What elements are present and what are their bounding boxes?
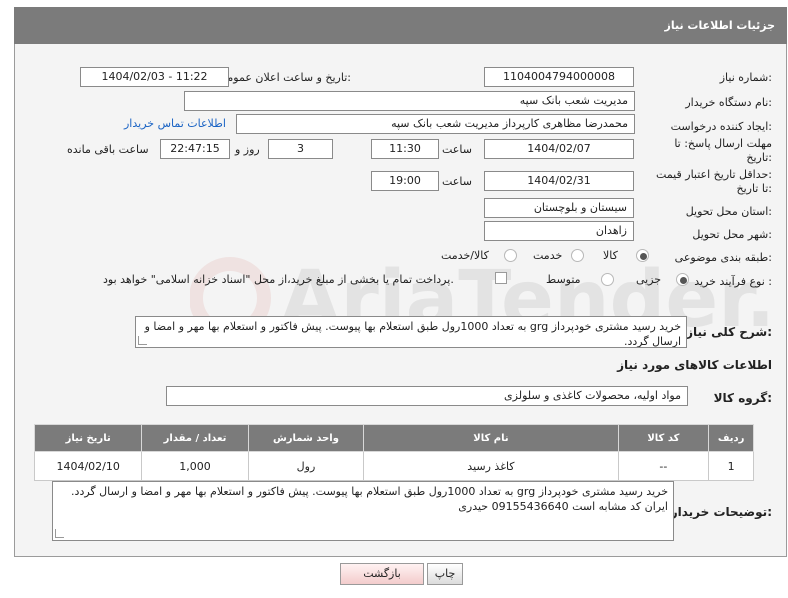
need-number-field: 1104004794000008 bbox=[484, 67, 634, 87]
announce-datetime-label: تاریخ و ساعت اعلان عمومی: bbox=[218, 71, 351, 84]
resize-grip-icon[interactable] bbox=[55, 529, 64, 538]
time-remaining-field: 22:47:15 bbox=[160, 139, 230, 159]
reply-time-field: 11:30 bbox=[371, 139, 439, 159]
items-table: ردیف کد کالا نام کالا واحد شمارش تعداد /… bbox=[33, 424, 754, 481]
price-validity-label-2: تا تاریخ: bbox=[736, 182, 772, 195]
announce-datetime-field: 1404/02/03 - 11:22 bbox=[80, 67, 229, 87]
col-quantity: تعداد / مقدار bbox=[141, 424, 249, 452]
goods-group-field: مواد اولیه، محصولات کاغذی و سلولزی bbox=[166, 386, 688, 406]
category-option-goods: کالا bbox=[603, 249, 618, 262]
panel-header: جزئیات اطلاعات نیاز bbox=[14, 7, 787, 44]
cell-need-date: 1404/02/10 bbox=[33, 451, 143, 481]
buyer-notes-text: خرید رسید مشتری خودپرداز grg به تعداد 10… bbox=[71, 485, 668, 513]
col-row: ردیف bbox=[708, 424, 754, 452]
cell-code: -- bbox=[617, 451, 710, 481]
buyer-notes-textarea: خرید رسید مشتری خودپرداز grg به تعداد 10… bbox=[52, 481, 674, 541]
reply-date-field: 1404/02/07 bbox=[484, 139, 634, 159]
process-radio-medium[interactable] bbox=[601, 273, 614, 286]
description-text: خرید رسید مشتری خودپرداز grg به تعداد 10… bbox=[144, 320, 681, 348]
delivery-city-field: زاهدان bbox=[484, 221, 634, 241]
goods-group-label: گروه کالا: bbox=[713, 391, 772, 405]
requester-label: ایجاد کننده درخواست: bbox=[670, 120, 772, 133]
description-label: شرح کلی نیاز: bbox=[686, 325, 772, 339]
category-option-goods-service: کالا/خدمت bbox=[441, 249, 489, 262]
col-code: کد کالا bbox=[617, 424, 710, 452]
reply-deadline-label: مهلت ارسال پاسخ: تا bbox=[674, 137, 772, 150]
delivery-province-label: استان محل تحویل: bbox=[685, 205, 772, 218]
reply-time-label: ساعت bbox=[442, 143, 472, 156]
col-unit: واحد شمارش bbox=[247, 424, 365, 452]
purchase-process-label: نوع فرآیند خرید : bbox=[694, 275, 772, 288]
resize-grip-icon[interactable] bbox=[138, 336, 147, 345]
table-row: 1 -- کاغذ رسید رول 1,000 1404/02/10 bbox=[33, 451, 754, 481]
category-label: طبقه بندی موضوعی: bbox=[674, 251, 772, 264]
price-validity-date-field: 1404/02/31 bbox=[484, 171, 634, 191]
category-radio-goods-service[interactable] bbox=[504, 249, 517, 262]
buyer-org-field: مدیریت شعب بانک سپه bbox=[184, 91, 635, 111]
days-label: روز و bbox=[235, 143, 260, 156]
price-validity-time-field: 19:00 bbox=[371, 171, 439, 191]
price-validity-label: حداقل تاریخ اعتبار قیمت: bbox=[656, 168, 772, 181]
goods-section-title: اطلاعات کالاهای مورد نیاز bbox=[617, 358, 772, 372]
need-number-label: شماره نیاز: bbox=[719, 71, 772, 84]
cell-row: 1 bbox=[708, 451, 754, 481]
process-option-medium: متوسط bbox=[546, 273, 581, 286]
print-button[interactable]: چاپ bbox=[427, 563, 463, 585]
cell-unit: رول bbox=[247, 451, 365, 481]
col-name: نام کالا bbox=[363, 424, 619, 452]
days-remaining-field: 3 bbox=[268, 139, 333, 159]
category-radio-goods[interactable] bbox=[636, 249, 649, 262]
treasury-payment-note: پرداخت تمام یا بخشی از مبلغ خرید،از محل … bbox=[103, 273, 454, 286]
reply-deadline-label-2: تاریخ: bbox=[746, 151, 772, 164]
price-validity-time-label: ساعت bbox=[442, 175, 472, 188]
category-option-service: خدمت bbox=[533, 249, 563, 262]
treasury-payment-checkbox[interactable] bbox=[495, 272, 507, 284]
process-option-minor: جزیی bbox=[636, 273, 662, 286]
delivery-province-field: سیستان و بلوچستان bbox=[484, 198, 634, 218]
requester-field: محمدرضا مظاهری کارپرداز مدیریت شعب بانک … bbox=[236, 114, 635, 134]
page-title: جزئیات اطلاعات نیاز bbox=[664, 19, 776, 32]
back-button[interactable]: بازگشت bbox=[340, 563, 424, 585]
buyer-org-label: نام دستگاه خریدار: bbox=[685, 96, 772, 109]
cell-quantity: 1,000 bbox=[141, 451, 249, 481]
table-header-row: ردیف کد کالا نام کالا واحد شمارش تعداد /… bbox=[33, 424, 754, 452]
category-radio-service[interactable] bbox=[571, 249, 584, 262]
buyer-contact-link[interactable]: اطلاعات تماس خریدار bbox=[124, 117, 226, 130]
col-need-date: تاریخ نیاز bbox=[33, 424, 143, 452]
process-radio-minor[interactable] bbox=[676, 273, 689, 286]
time-remaining-label: ساعت باقی مانده bbox=[67, 143, 149, 156]
buyer-notes-label: توضیحات خریدار: bbox=[670, 505, 772, 519]
description-textarea: خرید رسید مشتری خودپرداز grg به تعداد 10… bbox=[135, 316, 687, 348]
delivery-city-label: شهر محل تحویل: bbox=[692, 228, 772, 241]
cell-name: کاغذ رسید bbox=[363, 451, 619, 481]
